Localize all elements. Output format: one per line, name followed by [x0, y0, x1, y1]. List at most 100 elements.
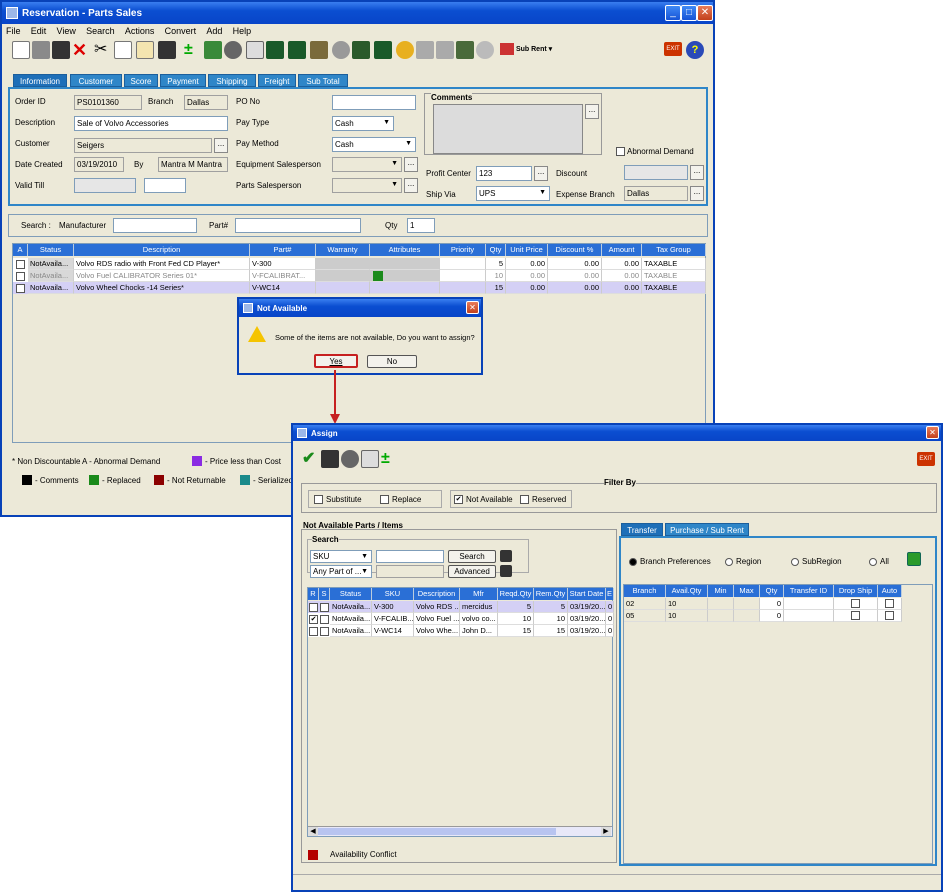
- auto-checkbox[interactable]: [885, 611, 894, 620]
- calc-icon[interactable]: [310, 41, 328, 59]
- replace-checkbox[interactable]: [380, 495, 389, 504]
- advanced-button[interactable]: Advanced: [448, 565, 496, 578]
- col-transfer-id[interactable]: Transfer ID: [784, 585, 834, 597]
- reserved-checkbox[interactable]: [520, 495, 529, 504]
- col-branch[interactable]: Branch: [624, 585, 666, 597]
- row-qty-input[interactable]: 0: [760, 610, 784, 622]
- manufacturer-input[interactable]: [113, 218, 197, 233]
- tools-icon[interactable]: [456, 41, 474, 59]
- equipment-salesperson-select[interactable]: [332, 157, 402, 172]
- menu-view[interactable]: View: [57, 26, 76, 36]
- sub-rent-button[interactable]: Sub Rent ▾: [500, 43, 552, 55]
- paste-icon[interactable]: [136, 41, 154, 59]
- col-start-date[interactable]: Start Date: [568, 588, 606, 600]
- parts-salesperson-select[interactable]: [332, 178, 402, 193]
- pay-type-select[interactable]: Cash: [332, 116, 394, 131]
- profit-center-lookup[interactable]: ...: [534, 166, 548, 181]
- col-qty[interactable]: Qty: [760, 585, 784, 597]
- ship-via-select[interactable]: UPS: [476, 186, 550, 201]
- radio-region[interactable]: [725, 558, 733, 566]
- open-icon[interactable]: [32, 41, 50, 59]
- report-icon[interactable]: [374, 41, 392, 59]
- binoculars2-icon[interactable]: [500, 565, 512, 577]
- tab-score[interactable]: Score: [124, 74, 158, 87]
- row-transfer-id[interactable]: [784, 598, 834, 610]
- save-icon[interactable]: [321, 450, 339, 468]
- col-qty[interactable]: Qty: [486, 244, 506, 256]
- dialog-close-button[interactable]: ✕: [466, 301, 479, 314]
- col-attributes[interactable]: Attributes: [370, 244, 440, 256]
- find-icon[interactable]: [158, 41, 176, 59]
- menu-actions[interactable]: Actions: [125, 26, 155, 36]
- scroll-left-arrow[interactable]: ◀: [308, 827, 318, 836]
- col-status[interactable]: Status: [28, 244, 74, 256]
- refresh-icon[interactable]: [907, 552, 921, 566]
- col-a[interactable]: A: [13, 244, 28, 256]
- description-input[interactable]: Sale of Volvo Accessories: [74, 116, 228, 131]
- radio-all[interactable]: [869, 558, 877, 566]
- equipment-salesperson-lookup[interactable]: ...: [404, 157, 418, 172]
- substitute-checkbox[interactable]: [314, 495, 323, 504]
- drop-ship-checkbox[interactable]: [851, 611, 860, 620]
- dollar-icon[interactable]: [266, 41, 284, 59]
- new-icon[interactable]: [12, 41, 30, 59]
- col-amount[interactable]: Amount: [602, 244, 642, 256]
- row-r-checkbox[interactable]: [309, 627, 318, 636]
- col-unit-price[interactable]: Unit Price: [506, 244, 548, 256]
- tab-information[interactable]: Information: [13, 74, 67, 87]
- comments-textarea[interactable]: [433, 104, 583, 154]
- row-select-checkbox[interactable]: [16, 284, 25, 293]
- radio-branch-preferences[interactable]: [629, 558, 637, 566]
- menu-convert[interactable]: Convert: [165, 26, 197, 36]
- comments-expand-button[interactable]: ...: [585, 104, 599, 119]
- col-r[interactable]: R: [308, 588, 319, 600]
- cut-icon[interactable]: ✂: [94, 41, 112, 59]
- search-input[interactable]: [376, 550, 444, 563]
- col-priority[interactable]: Priority: [440, 244, 486, 256]
- sku-select[interactable]: SKU: [310, 550, 372, 563]
- col-part[interactable]: Part#: [250, 244, 316, 256]
- valid-till-date[interactable]: [74, 178, 136, 193]
- add-item-icon[interactable]: ±: [381, 450, 399, 468]
- menu-file[interactable]: File: [6, 26, 21, 36]
- col-max[interactable]: Max: [734, 585, 760, 597]
- valid-till-input[interactable]: [144, 178, 186, 193]
- dollar2-icon[interactable]: [288, 41, 306, 59]
- help-icon[interactable]: ?: [686, 41, 704, 59]
- edit-icon[interactable]: [246, 41, 264, 59]
- customer-lookup-button[interactable]: ...: [214, 138, 228, 153]
- exit-icon[interactable]: EXIT: [664, 42, 682, 56]
- menu-edit[interactable]: Edit: [31, 26, 47, 36]
- group-icon[interactable]: [224, 41, 242, 59]
- expense-branch-lookup[interactable]: ...: [690, 186, 704, 201]
- col-description[interactable]: Description: [74, 244, 250, 256]
- exit-icon[interactable]: EXIT: [917, 452, 935, 466]
- check-icon[interactable]: ✔: [302, 450, 320, 468]
- add-item-icon[interactable]: ±: [184, 41, 202, 59]
- print-icon[interactable]: [416, 41, 434, 59]
- row-qty-input[interactable]: 0: [760, 598, 784, 610]
- drop-ship-checkbox[interactable]: [851, 599, 860, 608]
- part-input[interactable]: [235, 218, 361, 233]
- edit-icon[interactable]: [361, 450, 379, 468]
- scroll-right-arrow[interactable]: ▶: [601, 827, 611, 836]
- save-icon[interactable]: [52, 41, 70, 59]
- auto-checkbox[interactable]: [885, 599, 894, 608]
- row-transfer-id[interactable]: [784, 610, 834, 622]
- row-r-checkbox[interactable]: [309, 603, 318, 612]
- col-avail-qty[interactable]: Avail.Qty: [666, 585, 708, 597]
- money-icon[interactable]: [204, 41, 222, 59]
- link-icon[interactable]: [476, 41, 494, 59]
- tab-sub-total[interactable]: Sub Total: [298, 74, 348, 87]
- no-button[interactable]: No: [367, 355, 417, 368]
- row-select-checkbox[interactable]: [16, 272, 25, 281]
- col-rem-qty[interactable]: Rem.Qty: [534, 588, 568, 600]
- search-button[interactable]: Search: [448, 550, 496, 563]
- tab-transfer[interactable]: Transfer: [621, 523, 663, 536]
- po-input[interactable]: [332, 95, 416, 110]
- col-drop-ship[interactable]: Drop Ship: [834, 585, 878, 597]
- tab-freight[interactable]: Freight: [258, 74, 296, 87]
- row-s-checkbox[interactable]: [320, 615, 329, 624]
- profit-center-input[interactable]: 123: [476, 166, 532, 181]
- parts-salesperson-lookup[interactable]: ...: [404, 178, 418, 193]
